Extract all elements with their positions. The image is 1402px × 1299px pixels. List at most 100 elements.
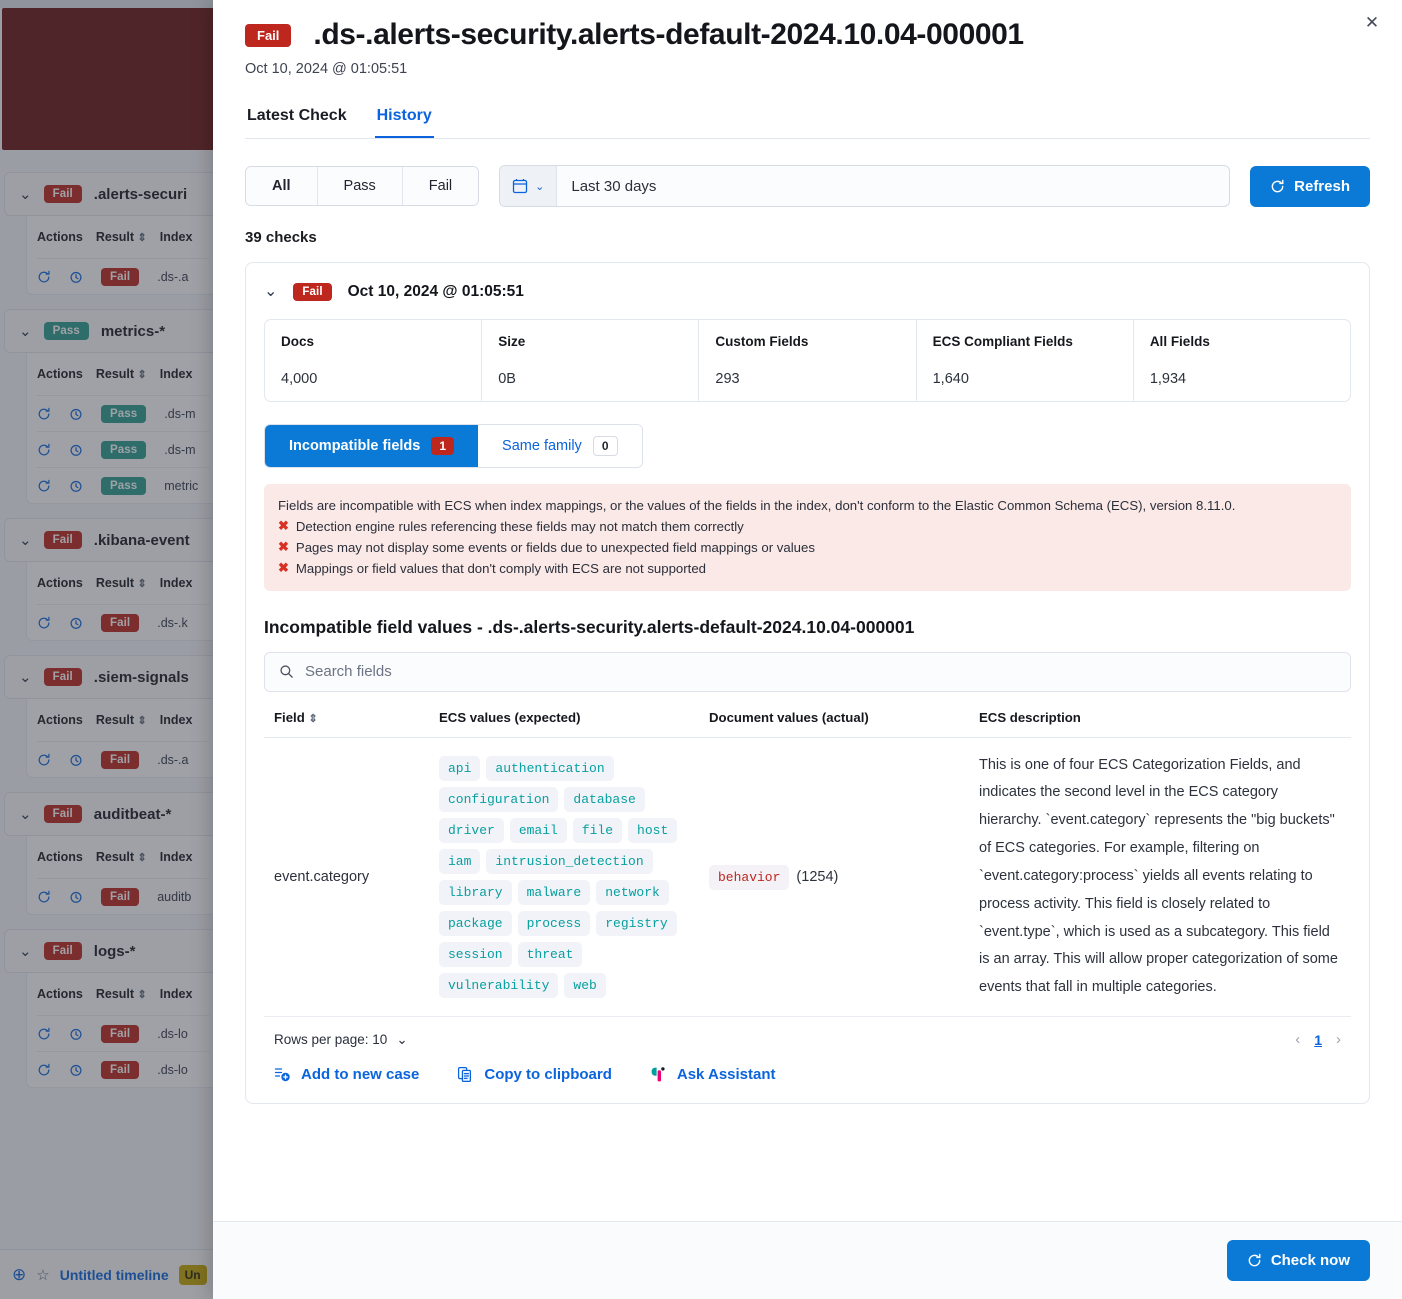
stats-row: Docs 4,000 Size 0B Custom Fields 293 ECS… — [264, 319, 1351, 402]
callout-item-label: Pages may not display some events or fie… — [296, 538, 815, 557]
check-now-button[interactable]: Check now — [1227, 1240, 1370, 1281]
ecs-value-chip: intrusion_detection — [486, 849, 652, 874]
stat-docs: Docs 4,000 — [265, 320, 482, 401]
title-row: Fail .ds-.alerts-security.alerts-default… — [245, 18, 1370, 52]
column-header-document-values: Document values (actual) — [699, 710, 969, 738]
ecs-value-chip: package — [439, 911, 512, 936]
document-value-count: (1254) — [796, 869, 838, 885]
ecs-value-chip: malware — [518, 880, 591, 905]
ecs-value-chip: database — [564, 787, 644, 812]
refresh-icon — [1270, 179, 1285, 194]
stat-label: ECS Compliant Fields — [933, 334, 1117, 349]
ask-assistant-button[interactable]: Ask Assistant — [650, 1066, 776, 1083]
table-header-row: Field ⇕ ECS values (expected) Document v… — [264, 710, 1351, 738]
date-range-picker[interactable]: ⌄ Last 30 days — [499, 165, 1230, 207]
tab-count: 1 — [431, 437, 454, 455]
prev-page-button[interactable]: ‹ — [1295, 1031, 1300, 1048]
flyout-body: All Pass Fail ⌄ Last 30 days — [213, 139, 1402, 1221]
stat-value: 1,640 — [933, 371, 1117, 387]
filter-fail-button[interactable]: Fail — [403, 167, 478, 205]
column-label: Field — [274, 710, 305, 725]
field-filter-tabs: Incompatible fields 1 Same family 0 — [264, 424, 643, 468]
rows-per-page-selector[interactable]: Rows per page: 10 ⌄ — [274, 1032, 408, 1048]
stat-all-fields: All Fields 1,934 — [1134, 320, 1350, 401]
stat-value: 4,000 — [281, 371, 465, 387]
close-icon[interactable]: ✕ — [1357, 8, 1387, 38]
check-timestamp: Oct 10, 2024 @ 01:05:51 — [245, 61, 1370, 77]
status-badge: Fail — [245, 24, 291, 47]
tab-same-family[interactable]: Same family 0 — [478, 425, 641, 467]
flyout-header: ✕ Fail .ds-.alerts-security.alerts-defau… — [213, 0, 1402, 139]
sort-icon[interactable]: ⇕ — [308, 713, 317, 725]
ecs-value-chip: registry — [596, 911, 676, 936]
search-fields-box[interactable] — [264, 652, 1351, 692]
ecs-value-chip: library — [439, 880, 512, 905]
stat-custom-fields: Custom Fields 293 — [699, 320, 916, 401]
table-body: event.category apiauthenticationconfigur… — [264, 737, 1351, 1016]
ecs-value-chip: email — [510, 818, 567, 843]
column-header-field[interactable]: Field ⇕ — [264, 710, 429, 738]
action-label: Copy to clipboard — [484, 1066, 612, 1083]
ecs-value-chip: network — [596, 880, 669, 905]
checks-count: 39 checks — [245, 229, 1370, 246]
next-page-button[interactable]: › — [1336, 1031, 1341, 1048]
stat-size: Size 0B — [482, 320, 699, 401]
check-status-badge: Fail — [293, 283, 331, 301]
tab-label: Incompatible fields — [289, 438, 420, 454]
tab-history[interactable]: History — [375, 107, 434, 138]
ecs-value-chip: threat — [518, 942, 583, 967]
column-header-ecs-values: ECS values (expected) — [429, 710, 699, 738]
x-mark-icon: ✖ — [278, 538, 289, 557]
flyout-footer: Check now — [213, 1221, 1402, 1299]
history-controls: All Pass Fail ⌄ Last 30 days — [245, 165, 1370, 207]
action-label: Add to new case — [301, 1066, 419, 1083]
cell-ecs-values: apiauthenticationconfigurationdatabasedr… — [429, 737, 699, 1016]
tab-latest-check[interactable]: Latest Check — [245, 107, 349, 138]
incompatible-warning-callout: Fields are incompatible with ECS when in… — [264, 484, 1351, 591]
pagination: ‹ 1 › — [1295, 1031, 1341, 1048]
x-mark-icon: ✖ — [278, 517, 289, 536]
refresh-button[interactable]: Refresh — [1250, 166, 1370, 207]
action-label: Ask Assistant — [677, 1066, 776, 1083]
callout-item-label: Detection engine rules referencing these… — [296, 517, 744, 536]
callout-item: ✖ Detection engine rules referencing the… — [278, 517, 1337, 536]
ecs-value-chip: file — [573, 818, 622, 843]
ecs-value-chip: configuration — [439, 787, 558, 812]
search-input[interactable] — [305, 663, 1336, 680]
stat-label: All Fields — [1150, 334, 1334, 349]
check-panel-timestamp: Oct 10, 2024 @ 01:05:51 — [348, 283, 524, 301]
column-header-ecs-description: ECS description — [969, 710, 1351, 738]
screen: ⌄ Fail .alerts-securi Actions Result ⇕ I… — [0, 0, 1402, 1299]
result-filter-group: All Pass Fail — [245, 166, 479, 206]
panel-actions: Add to new case Copy to clipboard — [264, 1048, 1351, 1087]
copy-to-clipboard-button[interactable]: Copy to clipboard — [457, 1066, 612, 1083]
chevron-down-icon[interactable]: ⌄ — [264, 284, 277, 300]
x-mark-icon: ✖ — [278, 559, 289, 578]
assistant-icon — [650, 1066, 667, 1083]
tab-count: 0 — [593, 436, 618, 456]
table-footer: Rows per page: 10 ⌄ ‹ 1 › — [264, 1017, 1351, 1048]
ecs-value-chip: driver — [439, 818, 504, 843]
cell-document-values: behavior(1254) — [699, 737, 969, 1016]
filter-pass-button[interactable]: Pass — [318, 167, 403, 205]
calendar-icon[interactable]: ⌄ — [500, 166, 557, 206]
search-icon — [279, 664, 294, 679]
ecs-value-chip: host — [628, 818, 677, 843]
table-row: event.category apiauthenticationconfigur… — [264, 737, 1351, 1016]
ecs-value-chip: vulnerability — [439, 973, 558, 998]
add-to-new-case-button[interactable]: Add to new case — [274, 1066, 419, 1083]
flyout-tabs: Latest Check History — [245, 107, 1370, 139]
refresh-label: Refresh — [1294, 178, 1350, 195]
callout-intro: Fields are incompatible with ECS when in… — [278, 496, 1337, 515]
refresh-icon — [1247, 1253, 1262, 1268]
index-check-flyout: ✕ Fail .ds-.alerts-security.alerts-defau… — [213, 0, 1402, 1299]
page-1-button[interactable]: 1 — [1314, 1032, 1322, 1048]
rows-per-page-label: Rows per page: 10 — [274, 1032, 387, 1047]
check-panel-header[interactable]: ⌄ Fail Oct 10, 2024 @ 01:05:51 — [264, 283, 1351, 301]
callout-list: ✖ Detection engine rules referencing the… — [278, 517, 1337, 578]
tab-incompatible-fields[interactable]: Incompatible fields 1 — [265, 425, 478, 467]
tab-label: Same family — [502, 438, 582, 454]
filter-all-button[interactable]: All — [246, 167, 318, 205]
stat-label: Docs — [281, 334, 465, 349]
ecs-value-chip: iam — [439, 849, 480, 874]
